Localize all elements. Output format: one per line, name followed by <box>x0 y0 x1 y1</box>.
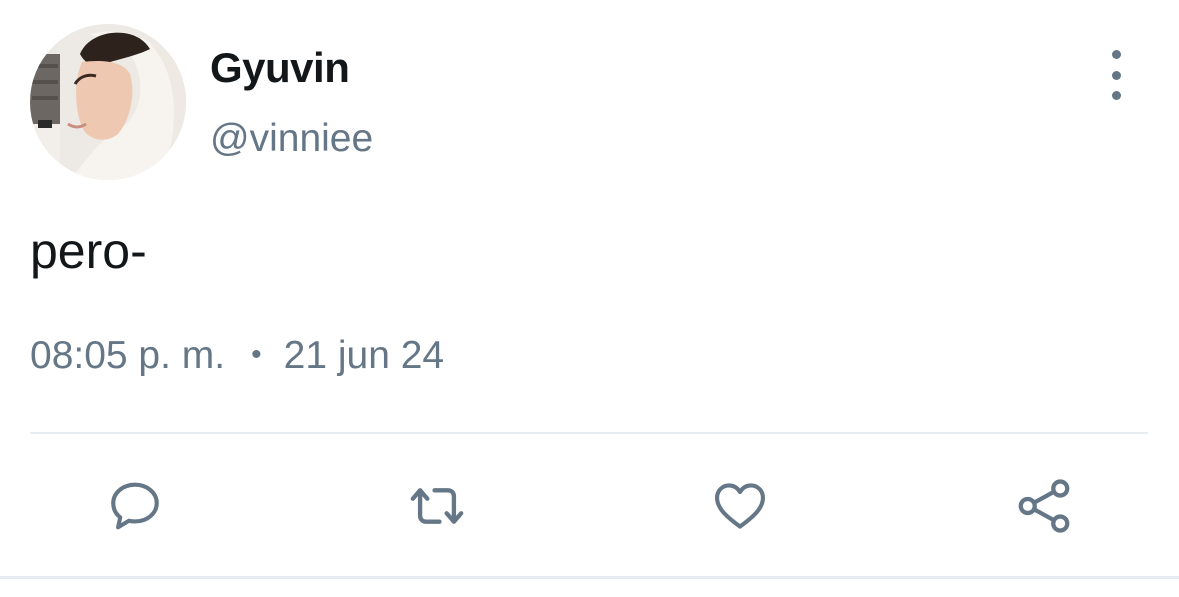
tweet-timestamp[interactable]: 08:05 p. m. • 21 jun 24 <box>30 334 444 378</box>
like-icon <box>714 483 766 529</box>
reply-button[interactable] <box>103 474 167 538</box>
display-name[interactable]: Gyuvin <box>210 44 350 92</box>
meta-separator: • <box>251 338 262 371</box>
avatar[interactable] <box>30 24 186 180</box>
share-icon <box>1018 479 1070 533</box>
more-dot-icon <box>1111 91 1121 100</box>
share-button[interactable] <box>1012 474 1076 538</box>
more-options-button[interactable] <box>1096 50 1136 100</box>
retweet-button[interactable] <box>405 474 469 538</box>
like-button[interactable] <box>708 474 772 538</box>
tweet-time: 08:05 p. m. <box>30 334 226 377</box>
tweet-date: 21 jun 24 <box>283 334 445 377</box>
bottom-divider <box>0 576 1179 579</box>
retweet-icon <box>410 488 464 524</box>
actions-divider <box>30 432 1148 434</box>
tweet-card: Gyuvin @vinniee pero- 08:05 p. m. • 21 jun… <box>0 0 1179 597</box>
more-dot-icon <box>1111 70 1121 80</box>
user-handle[interactable]: @vinniee <box>210 117 373 161</box>
reply-icon <box>111 482 159 530</box>
more-dot-icon <box>1111 50 1121 59</box>
avatar-photo <box>30 24 186 180</box>
tweet-text: pero- <box>30 223 147 279</box>
